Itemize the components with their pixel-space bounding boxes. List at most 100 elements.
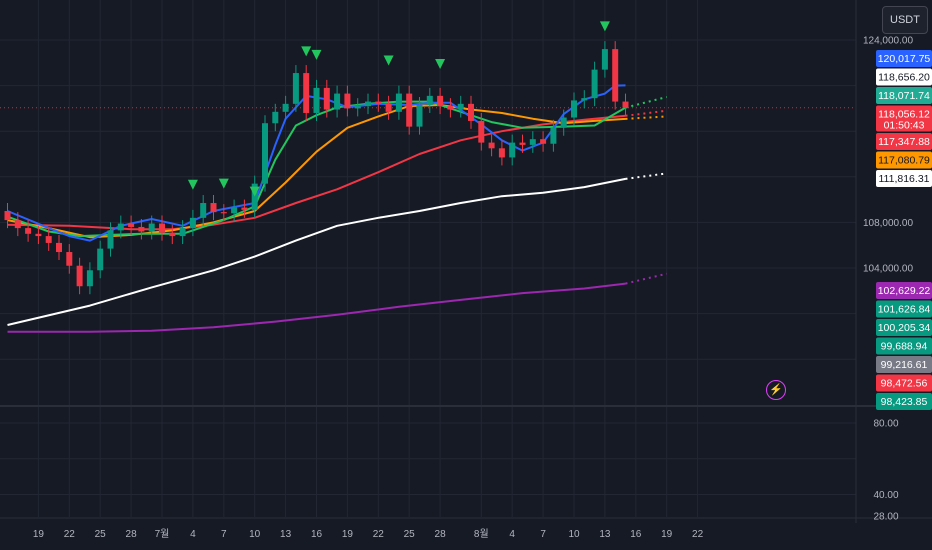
- price-tag-label: 98,472.56: [881, 378, 928, 390]
- candle-body: [529, 139, 536, 145]
- candle-body: [622, 101, 629, 108]
- candle-body: [45, 236, 52, 243]
- time-axis-label: 10: [568, 529, 580, 540]
- candle-body: [303, 73, 310, 113]
- signal-marker: [218, 178, 229, 189]
- price-tag-label: 98,423.85: [881, 396, 928, 408]
- candle-body: [426, 95, 433, 105]
- time-axis-label: 16: [311, 529, 323, 540]
- price-tag-label: 100,205.34: [878, 322, 931, 334]
- candle-body: [540, 139, 547, 144]
- oscillator-axis-label: 80.00: [873, 419, 898, 430]
- candle-body: [282, 103, 289, 112]
- candle-body: [437, 95, 444, 107]
- candle-body: [76, 265, 83, 287]
- candle-body: [117, 223, 124, 231]
- candle-body: [581, 98, 588, 101]
- candle-body: [231, 207, 238, 214]
- candle-body: [14, 220, 21, 229]
- time-axis-label: 10: [249, 529, 261, 540]
- candle-body: [25, 228, 32, 234]
- candle-body: [601, 49, 608, 70]
- candle-body: [591, 69, 598, 99]
- candle-body: [354, 106, 361, 109]
- lightning-alert-icon[interactable]: ⚡: [766, 380, 786, 400]
- candle-body: [447, 106, 454, 110]
- candle-body: [468, 103, 474, 121]
- candle-body: [262, 123, 268, 184]
- moving-average-lines: [7, 84, 667, 333]
- pane-separator: [0, 0, 932, 523]
- candle-body: [179, 228, 186, 237]
- candle-body: [395, 93, 402, 112]
- time-axis-label: 8월: [474, 528, 489, 540]
- candle-body: [86, 270, 93, 287]
- candle-body: [272, 111, 279, 124]
- time-axis-label: 25: [95, 529, 107, 540]
- time-axis-label: 7: [540, 529, 546, 540]
- time-axis-label: 13: [599, 529, 611, 540]
- price-tag-label: 117,080.79: [878, 155, 930, 167]
- candle-body: [612, 49, 619, 102]
- time-axis-label: 7월: [155, 528, 170, 540]
- candle-body: [457, 103, 464, 110]
- grid-lines: [0, 0, 856, 517]
- time-axis-label: 28: [435, 529, 447, 540]
- price-chart[interactable]: 124,000.00 108,000.00 104,000.00 120,017.7…: [0, 0, 932, 550]
- candle-body: [550, 127, 557, 144]
- candle-body: [313, 87, 320, 113]
- signal-marker: [599, 21, 610, 32]
- candle-body: [35, 233, 42, 237]
- candle-body: [107, 230, 114, 249]
- oscillator-axis-label: 28.00: [873, 512, 898, 523]
- time-axis-label: 22: [692, 529, 704, 540]
- price-tag-label: 118,071.74: [878, 90, 930, 102]
- candle-body: [365, 101, 371, 107]
- time-axis-label: 4: [509, 529, 515, 540]
- candle-body: [138, 226, 145, 232]
- time-axis-label: 19: [342, 529, 354, 540]
- ma-projection-1: [625, 272, 667, 285]
- oscillator-axis-label: 40.00: [873, 490, 898, 501]
- signal-marker: [301, 46, 312, 57]
- candle-body: [241, 207, 248, 210]
- candle-body: [375, 101, 382, 104]
- ma-projection-2: [625, 109, 667, 117]
- price-tag-label: 102,629.22: [878, 285, 931, 297]
- candle-body: [189, 217, 196, 229]
- time-axis-label: 22: [64, 529, 76, 540]
- candle-body: [4, 211, 11, 221]
- price-tag-label: 101,626.84: [878, 304, 931, 316]
- price-tags: 120,017.75118,656.20118,071.74118,056.12…: [876, 50, 932, 410]
- signal-marker: [311, 49, 322, 60]
- currency-button[interactable]: USDT: [882, 6, 928, 34]
- candle-body: [334, 93, 341, 110]
- candle-body: [571, 100, 577, 118]
- time-axis-label: 16: [630, 529, 642, 540]
- time-axis-label: 28: [126, 529, 138, 540]
- signal-marker: [187, 179, 198, 190]
- candle-body: [323, 87, 330, 110]
- candle-body: [498, 148, 505, 158]
- candle-body: [488, 142, 495, 149]
- signal-marker: [435, 58, 446, 69]
- candle-body: [344, 93, 351, 109]
- candle-body: [66, 252, 73, 266]
- time-axis[interactable]: 19 22 25 28 7월 4 7 10 13 16 19 22 25 28 8월 4 7 10 13 16 19 22: [33, 528, 704, 540]
- time-axis-label: 19: [33, 529, 45, 540]
- candle-body: [509, 142, 516, 158]
- candle-body: [200, 203, 207, 218]
- price-tag-label: 111,816.31: [879, 173, 930, 185]
- candle-body: [210, 203, 217, 213]
- price-tag-label: 120,017.75: [878, 53, 931, 65]
- price-tag-label: 99,216.61: [881, 359, 928, 371]
- price-axis-label: 104,000.00: [863, 264, 913, 275]
- time-axis-label: 7: [221, 529, 227, 540]
- time-axis-label: 22: [373, 529, 385, 540]
- ma-projection-0: [625, 172, 667, 180]
- oscillator-axis: 80.00 40.00 28.00: [873, 419, 898, 523]
- candle-body: [519, 142, 526, 145]
- candle-body: [159, 223, 165, 233]
- price-tag-label: 118,656.20: [878, 72, 930, 84]
- candle-body: [148, 223, 155, 232]
